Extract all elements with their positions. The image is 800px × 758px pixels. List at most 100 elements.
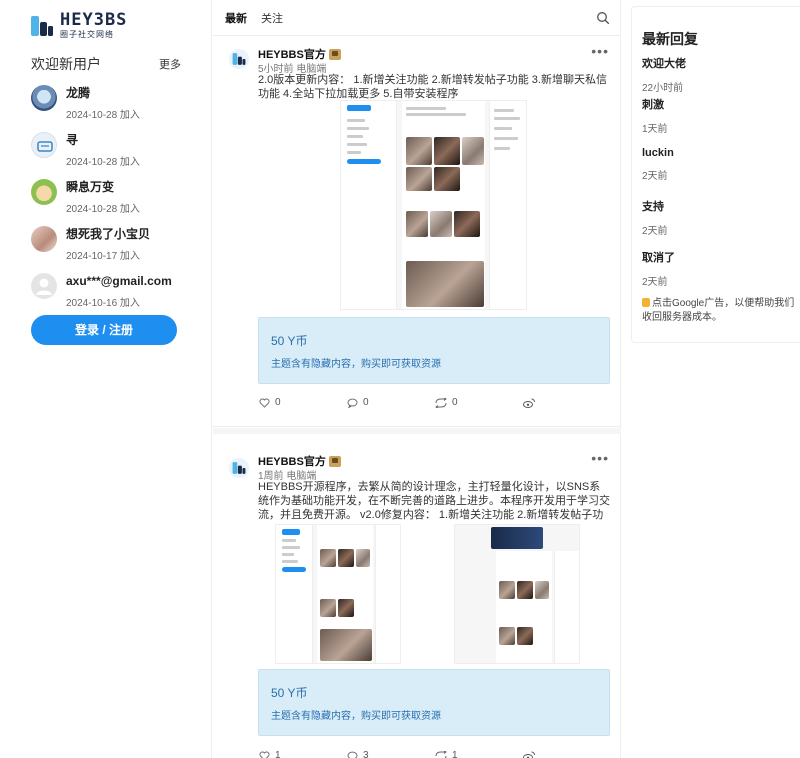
reply-time: 2天前 [642,226,668,237]
pay-price: 50 Y币 [271,686,308,700]
repost-button[interactable]: 1 [435,750,523,758]
user-join-date: 2024-10-28 加入 [66,157,140,168]
reply-item[interactable]: 欢迎大佬 22小时前 [642,55,792,94]
post-card: HEYBBS官方 1周前 电脑端 ••• HEYBBS开源程序，去繁从简的设计理… [213,428,621,758]
user-name[interactable]: 想死我了小宝贝 [66,226,150,242]
repost-count: 1 [452,750,458,758]
tab-latest[interactable]: 最新 [225,10,247,26]
avatar[interactable] [229,49,249,69]
comment-icon [347,398,358,408]
reply-text[interactable]: 欢迎大佬 [642,55,792,71]
reply-item[interactable]: luckin 2天前 [642,147,792,182]
comment-button[interactable]: 3 [347,750,435,758]
default-avatar-icon [36,278,52,295]
heybbs-logo-icon [232,462,246,474]
reply-text[interactable]: 支持 [642,198,792,214]
site-logo[interactable]: HEY3BS 圈子社交网络 [30,12,127,39]
weibo-share-button[interactable] [523,751,535,758]
more-options-icon[interactable]: ••• [591,43,609,59]
reply-item[interactable]: 刺激 1天前 [642,96,792,135]
user-item[interactable]: 瞬息万变 2024-10-28 加入 [31,176,201,223]
tab-follow[interactable]: 关注 [261,10,283,26]
weibo-icon [523,751,535,758]
pay-price: 50 Y币 [271,334,308,348]
user-name[interactable]: 龙腾 [66,85,140,101]
login-register-button[interactable]: 登录 / 注册 [31,315,177,345]
repost-count: 0 [452,397,458,408]
reply-time: 2天前 [642,277,668,288]
logo-main-text: HEY3BS [60,10,128,30]
pointing-hand-icon [642,298,650,307]
avatar[interactable] [31,273,57,299]
official-badge-icon [328,48,341,60]
avatar[interactable] [31,85,57,111]
logo-icon [31,15,53,36]
feed-tabs: 最新 关注 [213,0,620,36]
left-sidebar: HEY3BS 圈子社交网络 欢迎新用户 更多 龙腾 2024-10-28 加入 … [0,0,212,758]
like-count: 1 [275,750,281,758]
post-actions: 0 0 0 [259,397,589,408]
post-image[interactable] [275,524,401,664]
pay-description: 主题含有隐藏内容，购买即可获取资源 [271,359,441,370]
logo-wordmark: HEY3BS 圈子社交网络 [60,12,127,39]
reply-text[interactable]: 取消了 [642,249,792,265]
comment-count: 3 [363,750,369,758]
heart-icon [259,751,270,758]
reply-time: 2天前 [642,171,668,182]
user-join-date: 2024-10-28 加入 [66,204,140,215]
avatar[interactable] [31,226,57,252]
latest-replies-title: 最新回复 [642,31,698,47]
logo-sub-text: 圈子社交网络 [60,30,114,39]
user-name[interactable]: axu***@gmail.com [66,273,172,289]
comment-button[interactable]: 0 [347,397,435,408]
reply-text[interactable]: luckin [642,147,792,159]
avatar[interactable] [31,132,57,158]
reply-item[interactable]: 支持 2天前 [642,198,792,237]
avatar[interactable] [31,179,57,205]
pay-description: 主题含有隐藏内容，购买即可获取资源 [271,711,441,722]
welcome-header: 欢迎新用户 更多 [31,54,181,74]
user-join-date: 2024-10-16 加入 [66,298,140,309]
avatar[interactable] [229,458,249,478]
comment-icon [347,751,358,758]
user-name[interactable]: 瞬息万变 [66,179,140,195]
like-count: 0 [275,397,281,408]
reply-time: 1天前 [642,124,668,135]
paid-content-box[interactable]: 50 Y币 主题含有隐藏内容，购买即可获取资源 [258,669,610,736]
search-icon[interactable] [596,11,610,25]
reply-text[interactable]: 刺激 [642,96,792,112]
comment-count: 0 [363,397,369,408]
reply-time: 22小时前 [642,83,684,94]
user-item[interactable]: 想死我了小宝贝 2024-10-17 加入 [31,223,201,270]
ad-note-text: 点击Google广告，以便帮助我们收回服务器成本。 [642,298,795,323]
weibo-share-button[interactable] [523,398,535,408]
repost-icon [435,750,447,758]
reply-item[interactable]: 取消了 2天前 [642,249,792,288]
feed-column: 最新 关注 HEYBBS官方 5小时前 电脑端 ••• 2.0版本更新内容： 1… [213,0,621,758]
post-body[interactable]: 2.0版本更新内容： 1.新增关注功能 2.新增转发帖子功能 3.新增聊天私信功… [258,73,610,101]
repost-icon [435,397,447,408]
official-badge-icon [328,455,341,467]
user-join-date: 2024-10-28 加入 [66,110,140,121]
forum-avatar-icon [37,141,53,152]
heart-icon [259,398,270,408]
ad-note: 点击Google广告，以便帮助我们收回服务器成本。 [642,297,800,325]
post-card: HEYBBS官方 5小时前 电脑端 ••• 2.0版本更新内容： 1.新增关注功… [213,37,621,427]
weibo-icon [523,398,535,408]
like-button[interactable]: 1 [259,750,347,758]
like-button[interactable]: 0 [259,397,347,408]
user-item[interactable]: 寻 2024-10-28 加入 [31,129,201,176]
user-name[interactable]: 寻 [66,132,140,148]
new-user-list: 龙腾 2024-10-28 加入 寻 2024-10-28 加入 瞬息万变 20… [31,82,201,317]
post-image[interactable] [340,100,527,310]
paid-content-box[interactable]: 50 Y币 主题含有隐藏内容，购买即可获取资源 [258,317,610,384]
more-options-icon[interactable]: ••• [591,450,609,466]
post-body[interactable]: HEYBBS开源程序，去繁从简的设计理念，主打轻量化设计，以SNS系统作为基础功… [258,480,610,522]
post-image[interactable] [454,524,580,664]
welcome-more-link[interactable]: 更多 [159,56,181,72]
user-item[interactable]: axu***@gmail.com 2024-10-16 加入 [31,270,201,317]
welcome-title: 欢迎新用户 [31,56,101,72]
repost-button[interactable]: 0 [435,397,523,408]
user-item[interactable]: 龙腾 2024-10-28 加入 [31,82,201,129]
post-actions: 1 3 1 [259,750,589,758]
